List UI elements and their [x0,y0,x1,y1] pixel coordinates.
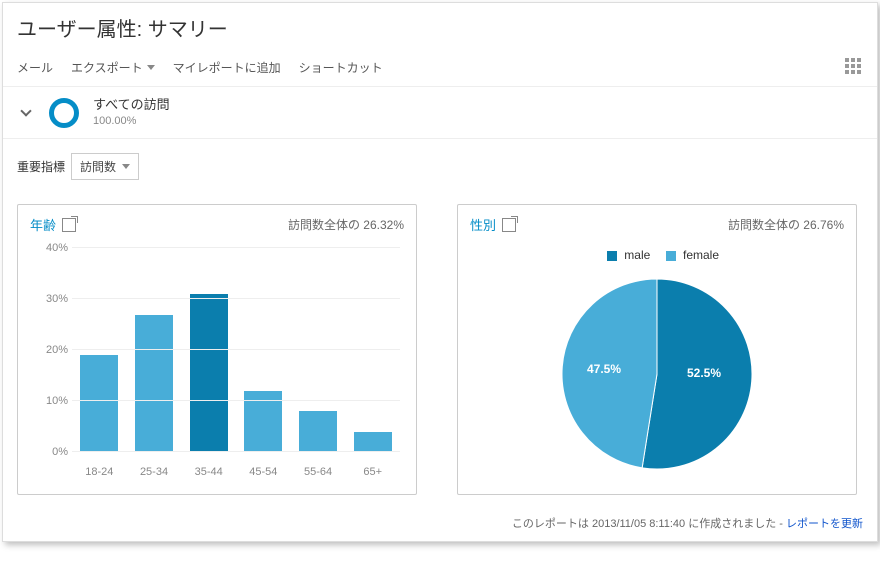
grid-view-icon[interactable] [845,58,863,76]
x-tick-label: 25-34 [127,466,182,478]
footer-timestamp: 2013/11/05 8:11:40 [592,518,685,530]
age-bar [354,432,392,452]
toolbar: メール エクスポート マイレポートに追加 ショートカット [3,52,877,87]
male-swatch [607,251,617,261]
gender-legend: male female [470,248,844,262]
age-bar [190,294,228,452]
female-slice-label: 47.5% [587,362,621,376]
report-footer: このレポートは 2013/11/05 8:11:40 に作成されました - レポ… [3,509,877,541]
gender-panel-title[interactable]: 性別 [470,215,496,234]
age-bar [80,355,118,452]
footer-created-text: に作成されました - [685,518,786,530]
age-panel-subtext: 訪問数全体の 26.32% [288,216,404,233]
export-button[interactable]: エクスポート [71,59,155,76]
add-to-my-reports-button[interactable]: マイレポートに追加 [173,59,281,76]
refresh-report-link[interactable]: レポートを更新 [786,518,863,530]
segment-row: すべての訪問 100.00% [3,87,877,139]
segment-percent: 100.00% [93,114,170,128]
age-bar-chart: 0%10%20%30%40% 18-2425-3435-4445-5455-64… [30,248,404,478]
metric-select-value: 訪問数 [80,158,116,175]
y-tick-label: 20% [30,344,68,356]
caret-down-icon [122,164,130,169]
y-tick-label: 30% [30,293,68,305]
age-bar [299,411,337,452]
export-label: エクスポート [71,59,143,76]
y-tick-label: 0% [30,446,68,458]
x-tick-label: 18-24 [72,466,127,478]
gender-panel-subtext: 訪問数全体の 26.76% [728,216,844,233]
mail-button[interactable]: メール [17,59,53,76]
y-tick-label: 10% [30,395,68,407]
gender-pie-chart: 52.5% 47.5% [557,274,757,474]
x-tick-label: 35-44 [181,466,236,478]
metric-row: 重要指標 訪問数 [3,139,877,194]
x-tick-label: 45-54 [236,466,291,478]
page-title: ユーザー属性: サマリー [3,3,877,52]
segment-expand-button[interactable] [17,104,35,122]
male-slice-label: 52.5% [687,366,721,380]
metric-select[interactable]: 訪問数 [71,153,139,180]
footer-prefix: このレポートは [512,518,592,530]
age-bar [135,315,173,453]
female-swatch [666,251,676,261]
age-panel-title[interactable]: 年齢 [30,215,56,234]
shortcut-button[interactable]: ショートカット [299,59,383,76]
x-tick-label: 65+ [345,466,400,478]
external-link-icon[interactable] [502,218,516,232]
metric-label: 重要指標 [17,158,65,175]
caret-down-icon [147,65,155,70]
female-legend-label: female [683,248,719,262]
segment-ring-icon [49,98,79,128]
external-link-icon[interactable] [62,218,76,232]
gender-panel: 性別 訪問数全体の 26.76% male female 52.5% 47.5% [457,204,857,495]
y-tick-label: 40% [30,242,68,254]
segment-name: すべての訪問 [93,97,170,114]
male-legend-label: male [624,248,650,262]
x-tick-label: 55-64 [291,466,346,478]
chevron-down-icon [20,105,31,116]
age-panel: 年齢 訪問数全体の 26.32% 0% 10% 20% 30% 40% 18-2425-… [17,204,417,495]
